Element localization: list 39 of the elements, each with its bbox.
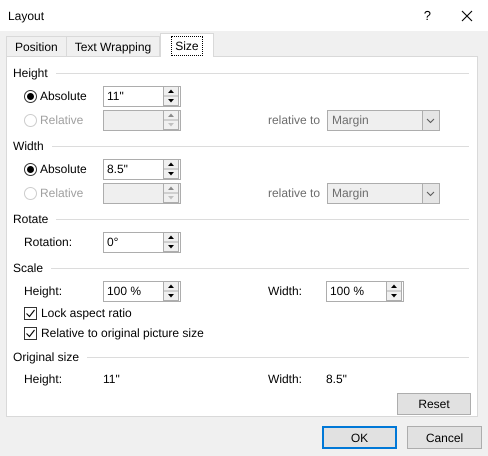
dialog-button[interactable]: Cancel — [407, 426, 482, 449]
info-value: 11" — [103, 371, 121, 388]
section-heading: Scale — [13, 260, 44, 277]
reset-button[interactable]: Reset — [397, 393, 471, 415]
section-heading: Rotate — [13, 211, 50, 228]
spin-field[interactable]: 0° — [103, 232, 181, 252]
spin-field[interactable]: 100 % — [103, 280, 181, 302]
spinner-icon[interactable] — [386, 281, 402, 301]
chevron-down-icon[interactable] — [422, 184, 439, 202]
checkbox[interactable]: Relative to original picture size — [24, 324, 204, 342]
field-label: Width: — [268, 283, 304, 300]
spin-field[interactable]: 11" — [103, 86, 181, 106]
radio-button[interactable]: Absolute — [24, 160, 103, 178]
radio-button[interactable]: Absolute — [24, 87, 103, 105]
spin-field[interactable]: 100 % — [326, 280, 404, 302]
spinner-icon[interactable] — [163, 281, 179, 301]
close-icon[interactable] — [461, 10, 473, 22]
checkmark-icon — [25, 308, 36, 318]
tab[interactable]: Size — [160, 33, 214, 57]
section-heading: Width — [13, 138, 45, 155]
relative-to-label: relative to — [268, 112, 322, 129]
spinner-icon[interactable] — [163, 232, 179, 252]
info-value: 8.5" — [326, 371, 347, 388]
info-label: Height: — [24, 371, 64, 388]
chevron-down-icon[interactable] — [422, 110, 439, 130]
info-label: Width: — [268, 371, 304, 388]
checkbox[interactable]: Lock aspect ratio — [24, 304, 132, 322]
section-heading: Original size — [13, 349, 80, 366]
checkmark-icon — [25, 328, 36, 338]
spinner-icon[interactable] — [163, 159, 179, 179]
spin-field[interactable]: 8.5" — [103, 158, 181, 180]
spinner-icon[interactable] — [163, 86, 179, 106]
relative-to-label: relative to — [268, 185, 322, 202]
help-button[interactable]: ? — [424, 6, 431, 26]
field-label: Rotation: — [24, 234, 74, 251]
field-label: Height: — [24, 283, 64, 300]
window-title: Layout — [8, 8, 44, 24]
dialog-button[interactable]: OK — [322, 426, 397, 449]
section-heading: Height — [13, 65, 49, 82]
